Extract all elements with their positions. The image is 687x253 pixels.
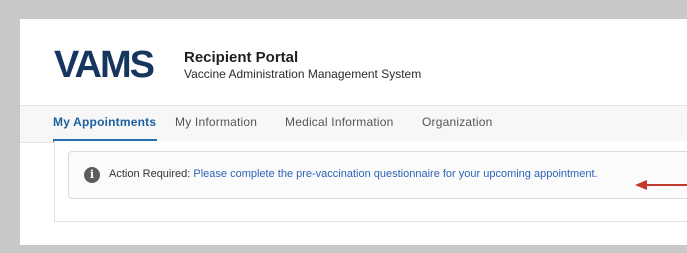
app-header: VAMS Recipient Portal Vaccine Administra…: [20, 19, 687, 105]
portal-subtitle: Vaccine Administration Management System: [184, 67, 422, 81]
alert-message: Action Required: Please complete the pre…: [109, 168, 598, 180]
svg-text:VAMS: VAMS: [54, 44, 154, 83]
tab-organization[interactable]: Organization: [422, 115, 492, 129]
alert-prefix: Action Required:: [109, 168, 191, 180]
tab-my-appointments[interactable]: My Appointments: [53, 115, 156, 129]
portal-title: Recipient Portal: [184, 49, 299, 66]
red-arrow-icon: [635, 180, 687, 190]
main-nav: My Appointments My Information Medical I…: [20, 105, 687, 143]
action-required-alert: i Action Required: Please complete the p…: [68, 151, 687, 199]
tab-medical-information[interactable]: Medical Information: [285, 115, 394, 129]
tab-my-information[interactable]: My Information: [175, 115, 257, 129]
info-icon: i: [84, 167, 100, 183]
questionnaire-link[interactable]: Please complete the pre-vaccination ques…: [193, 168, 597, 180]
main-content: i Action Required: Please complete the p…: [54, 141, 687, 222]
browser-frame: VAMS Recipient Portal Vaccine Administra…: [20, 19, 687, 245]
vams-logo[interactable]: VAMS: [54, 43, 170, 83]
